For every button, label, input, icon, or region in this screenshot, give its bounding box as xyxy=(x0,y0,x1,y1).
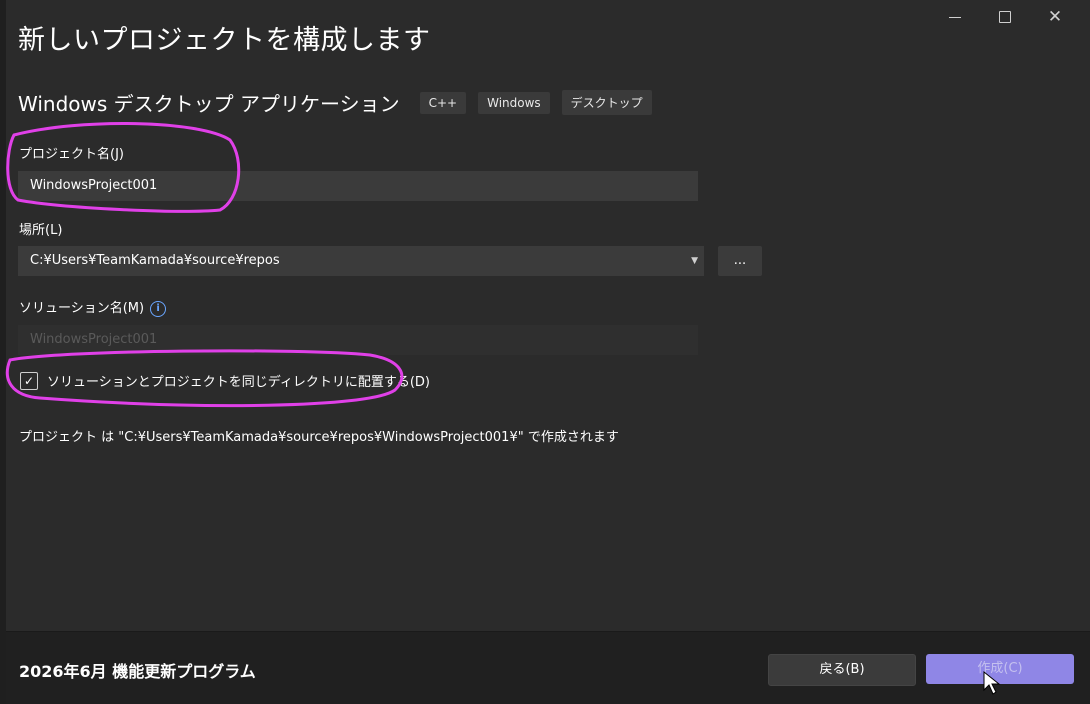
same-directory-checkbox[interactable]: ✓ xyxy=(20,371,38,390)
project-path-info: プロジェクト は "C:¥Users¥TeamKamada¥source¥rep… xyxy=(19,430,619,445)
tag-windows: Windows xyxy=(478,91,550,114)
tag-cpp: C++ xyxy=(419,91,467,114)
minimize-icon xyxy=(949,16,961,18)
project-name-label: プロジェクト名(J) xyxy=(19,147,124,162)
info-icon[interactable]: i xyxy=(150,300,167,317)
template-name: Windows デスクトップ アプリケーション xyxy=(18,92,400,116)
template-header: Windows デスクトップ アプリケーション C++ Windows デスクト… xyxy=(18,88,664,117)
solution-name-label: ソリューション名(M) xyxy=(19,301,145,316)
page-title: 新しいプロジェクトを構成します xyxy=(18,25,431,56)
location-label: 場所(L) xyxy=(19,223,63,238)
solution-name-label-row: ソリューション名(M) i xyxy=(19,297,167,317)
same-directory-label: ソリューションとプロジェクトを同じディレクトリに配置する(D) xyxy=(47,375,430,390)
close-icon: ✕ xyxy=(1047,6,1063,27)
maximize-icon xyxy=(999,11,1011,23)
tag-desktop: デスクトップ xyxy=(561,90,652,115)
dialog-window: ✕ 新しいプロジェクトを構成します Windows デスクトップ アプリケーショ… xyxy=(0,0,1090,704)
maximize-button[interactable] xyxy=(980,4,1030,30)
project-name-input[interactable]: WindowsProject001 xyxy=(18,171,698,201)
footer-bar: 2026年6月 機能更新プログラム 戻る(B) 作成(C) xyxy=(6,631,1090,704)
create-button[interactable]: 作成(C) xyxy=(926,654,1074,684)
chevron-down-icon: ▼ xyxy=(691,256,698,266)
minimize-button[interactable] xyxy=(930,4,980,30)
window-controls: ✕ xyxy=(930,4,1080,30)
solution-name-input: WindowsProject001 xyxy=(18,325,698,355)
location-select[interactable]: C:¥Users¥TeamKamada¥source¥repos ▼ xyxy=(18,246,704,276)
update-notice: 2026年6月 機能更新プログラム xyxy=(19,662,256,681)
close-button[interactable]: ✕ xyxy=(1030,4,1080,30)
same-directory-option[interactable]: ✓ ソリューションとプロジェクトを同じディレクトリに配置する(D) xyxy=(20,371,430,390)
browse-button[interactable]: ... xyxy=(718,246,762,276)
back-button[interactable]: 戻る(B) xyxy=(768,654,916,686)
location-value: C:¥Users¥TeamKamada¥source¥repos xyxy=(30,253,280,268)
